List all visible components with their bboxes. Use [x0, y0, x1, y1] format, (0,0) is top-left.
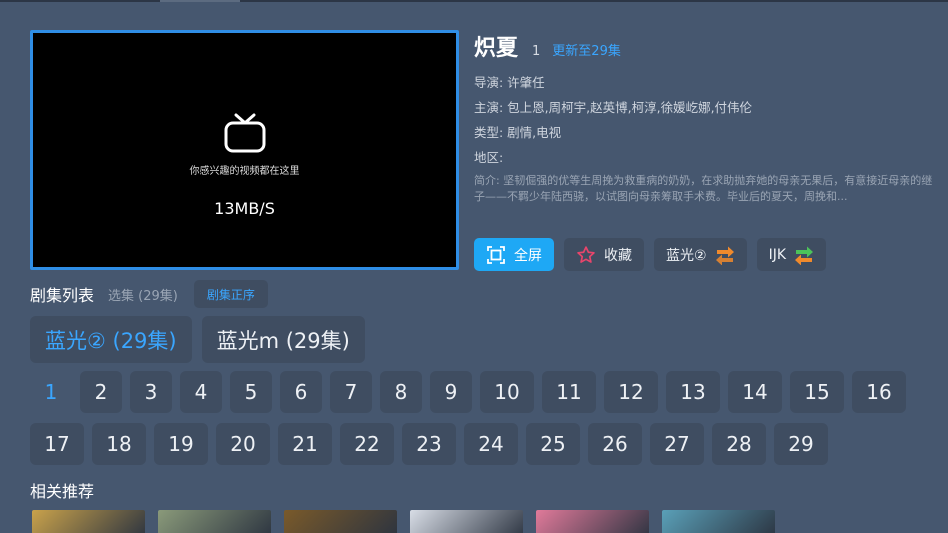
episode-button[interactable]: 22 [340, 423, 394, 465]
fullscreen-label: 全屏 [514, 247, 542, 264]
episode-button[interactable]: 24 [464, 423, 518, 465]
episode-button[interactable]: 26 [588, 423, 642, 465]
recommend-title: 相关推荐 [30, 482, 95, 501]
video-title: 炽夏 [474, 36, 519, 61]
episode-button[interactable]: 16 [852, 371, 906, 413]
player-hint: 你感兴趣的视频都在这里 [189, 166, 300, 177]
action-bar: 全屏 收藏 蓝光② IJK [474, 238, 827, 271]
source-switch-label: 蓝光② [666, 247, 707, 264]
episode-button[interactable]: 20 [216, 423, 270, 465]
genre: 类型: 剧情,电视 [474, 125, 562, 140]
source-tabs: 蓝光② (29集) 蓝光m (29集) [30, 316, 365, 363]
favorite-button[interactable]: 收藏 [564, 238, 644, 271]
director: 导演: 许肇任 [474, 75, 545, 90]
description: 简介: 坚韧倔强的优等生周挽为救重病的奶奶，在求助抛弃她的母亲无果后，有意接近母… [474, 174, 933, 203]
episode-button[interactable]: 23 [402, 423, 456, 465]
episode-button[interactable]: 3 [130, 371, 172, 413]
episode-button[interactable]: 11 [542, 371, 596, 413]
player-switch-label: IJK [768, 246, 787, 263]
episode-button[interactable]: 1 [30, 371, 72, 413]
episode-button[interactable]: 12 [604, 371, 658, 413]
episode-button[interactable]: 10 [480, 371, 534, 413]
top-divider [0, 0, 948, 2]
episode-button[interactable]: 8 [380, 371, 422, 413]
episode-button[interactable]: 5 [230, 371, 272, 413]
recommend-thumbnail[interactable] [410, 510, 523, 533]
episode-button[interactable]: 6 [280, 371, 322, 413]
fullscreen-icon [486, 245, 506, 265]
recommend-thumbnail[interactable] [662, 510, 775, 533]
episode-grid: 1 2 3 4 5 6 7 8 9 10 11 12 13 14 15 16 17 18 19 20 21 22 23 24… [30, 371, 920, 475]
cast: 主演: 包上恩,周柯宇,赵英博,柯淳,徐媛屹娜,付伟伦 [474, 100, 753, 115]
episode-button[interactable]: 15 [790, 371, 844, 413]
episode-button[interactable]: 29 [774, 423, 828, 465]
episode-select[interactable]: 选集 (29集) [108, 285, 178, 304]
recommend-thumbnail[interactable] [536, 510, 649, 533]
recommend-thumbnail[interactable] [284, 510, 397, 533]
episode-order-button[interactable]: 剧集正序 [193, 280, 268, 308]
episode-button[interactable]: 25 [526, 423, 580, 465]
top-tab-indicator [160, 0, 240, 2]
source-tab[interactable]: 蓝光② (29集) [30, 316, 192, 363]
episode-button[interactable]: 2 [80, 371, 122, 413]
episode-button[interactable]: 7 [330, 371, 372, 413]
star-icon [576, 245, 596, 265]
episode-button[interactable]: 14 [728, 371, 782, 413]
region: 地区: [474, 150, 504, 165]
episode-button[interactable]: 19 [154, 423, 208, 465]
swap-arrows-icon [715, 245, 735, 265]
episode-button[interactable]: 27 [650, 423, 704, 465]
fullscreen-button[interactable]: 全屏 [474, 238, 554, 271]
recommend-thumbnail[interactable] [32, 510, 145, 533]
tv-icon [223, 113, 267, 159]
video-player[interactable]: 你感兴趣的视频都在这里 13MB/S [30, 30, 459, 270]
favorite-label: 收藏 [604, 247, 632, 264]
source-switch-button[interactable]: 蓝光② [654, 238, 747, 271]
episode-button[interactable]: 9 [430, 371, 472, 413]
recommend-thumbnail[interactable] [158, 510, 271, 533]
episode-button[interactable]: 13 [666, 371, 720, 413]
episode-button[interactable]: 17 [30, 423, 84, 465]
episodes-header: 剧集列表 选集 (29集) 剧集正序 [30, 280, 268, 308]
download-speed: 13MB/S [214, 199, 275, 218]
swap-arrows-icon [794, 245, 814, 265]
player-switch-button[interactable]: IJK [756, 238, 827, 271]
video-info: 炽夏 1 更新至29集 导演: 许肇任 主演: 包上恩,周柯宇,赵英博,柯淳,徐… [474, 30, 934, 205]
video-score: 1 [532, 44, 541, 59]
episode-button[interactable]: 21 [278, 423, 332, 465]
episodes-title: 剧集列表 [30, 286, 95, 305]
episode-button[interactable]: 4 [180, 371, 222, 413]
recommend-list [32, 510, 775, 533]
source-tab[interactable]: 蓝光m (29集) [201, 316, 365, 363]
update-status: 更新至29集 [552, 44, 621, 59]
episode-button[interactable]: 18 [92, 423, 146, 465]
episode-button[interactable]: 28 [712, 423, 766, 465]
